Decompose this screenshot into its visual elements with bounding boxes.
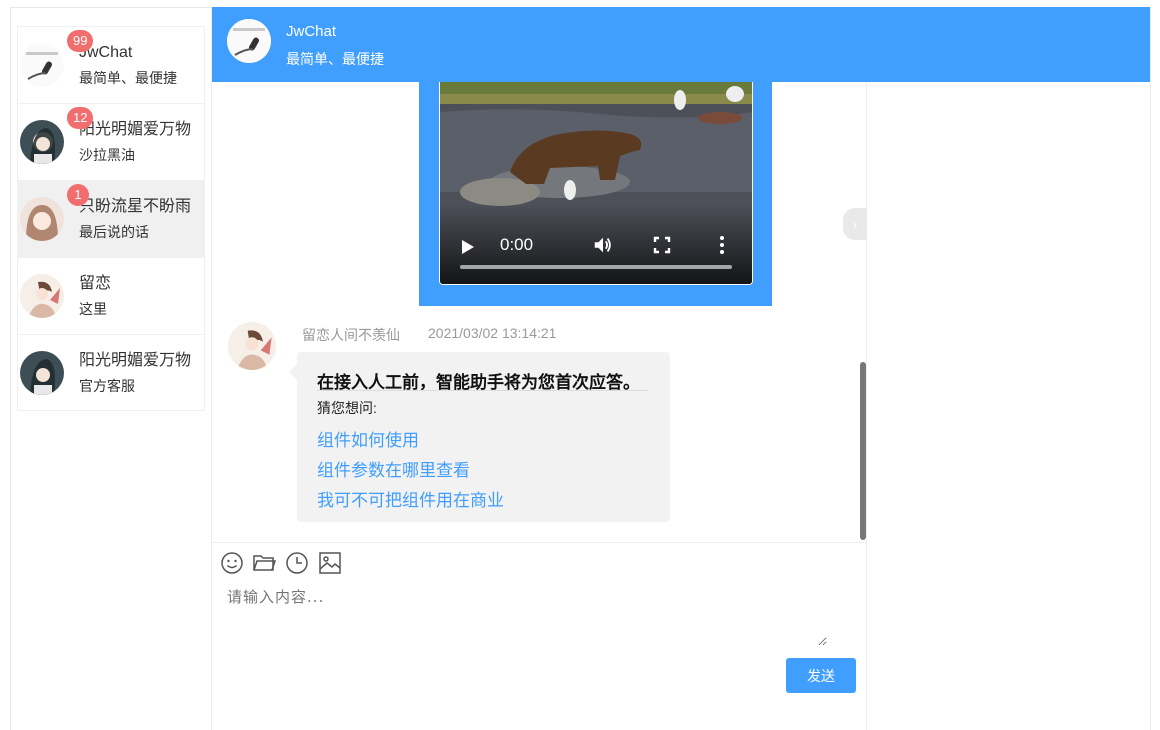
header-title: JwChat <box>286 23 337 40</box>
message-list: 0:00 留恋人间不羡仙 2021/03/02 13:14:21 在接入人工前，… <box>212 82 866 542</box>
contact-last-message: 沙拉黑油 <box>79 147 135 163</box>
contact-last-message: 这里 <box>79 301 107 317</box>
unread-badge: 1 <box>67 184 89 206</box>
contact-avatar <box>20 350 64 395</box>
message-scrollbar[interactable] <box>860 362 866 540</box>
divider <box>317 390 649 391</box>
sender-name: 留恋人间不羡仙 <box>302 327 400 343</box>
contact-item-meteor[interactable]: 1 只盼流星不盼雨 最后说的话 <box>17 180 205 257</box>
contact-avatar <box>20 120 64 164</box>
history-icon[interactable] <box>285 551 309 575</box>
header-avatar <box>227 19 271 63</box>
volume-icon[interactable] <box>592 234 614 256</box>
assistant-message-bubble: 在接入人工前，智能助手将为您首次应答。 猜您想问: 组件如何使用 组件参数在哪里… <box>289 352 670 522</box>
contact-name: 留恋 <box>79 275 112 292</box>
contact-avatar <box>20 197 64 241</box>
suggested-question-link[interactable]: 组件如何使用 <box>317 426 419 451</box>
fullscreen-icon[interactable] <box>653 236 671 254</box>
header-subtitle: 最简单、最便捷 <box>286 51 384 67</box>
contact-item-service[interactable]: 阳光明媚爱万物 官方客服 <box>17 334 205 411</box>
sender-avatar <box>228 322 276 370</box>
play-icon[interactable] <box>462 240 474 254</box>
contact-name: 阳光明媚爱万物 <box>79 351 192 369</box>
contact-last-message: 官方客服 <box>79 377 135 394</box>
contact-name: 阳光明媚爱万物 <box>79 121 192 138</box>
message-timestamp: 2021/03/02 13:14:21 <box>428 325 557 341</box>
unread-badge: 12 <box>67 107 94 129</box>
video-time: 0:00 <box>500 235 534 254</box>
contact-last-message: 最后说的话 <box>79 224 149 240</box>
suggested-question-link[interactable]: 我可不可把组件用在商业 <box>317 486 504 511</box>
send-button[interactable]: 发送 <box>786 658 856 693</box>
contact-avatar <box>20 43 64 87</box>
right-panel <box>866 82 1150 730</box>
video-progress-bar[interactable] <box>460 265 732 269</box>
contact-name: JwChat <box>79 44 133 61</box>
contact-item-sunshine[interactable]: 12 阳光明媚爱万物 沙拉黑油 <box>17 103 205 180</box>
chat-header: JwChat 最简单、最便捷 <box>212 7 1150 82</box>
contact-item-liulian[interactable]: 留恋 这里 <box>17 257 205 334</box>
message-input[interactable] <box>227 586 827 646</box>
video-player[interactable]: 0:00 <box>439 82 753 285</box>
contact-avatar <box>20 274 64 318</box>
image-icon[interactable] <box>318 551 342 575</box>
contact-name: 只盼流星不盼雨 <box>79 198 192 215</box>
contact-list: 99 JwChat 最简单、最便捷 12 阳光明媚爱万物 沙拉黑油 1 只盼流星… <box>17 26 205 411</box>
suggested-question-link[interactable]: 组件参数在哪里查看 <box>317 456 470 481</box>
emoji-icon[interactable] <box>220 551 244 575</box>
video-message-bubble: 0:00 <box>419 82 772 306</box>
guess-label: 猜您想问: <box>317 400 377 416</box>
unread-badge: 99 <box>67 30 94 52</box>
more-options-icon[interactable] <box>719 235 725 255</box>
folder-icon[interactable] <box>252 551 276 575</box>
input-area: 发送 <box>212 542 866 730</box>
contact-last-message: 最简单、最便捷 <box>79 70 177 86</box>
contact-item-jwchat[interactable]: 99 JwChat 最简单、最便捷 <box>17 26 205 103</box>
video-controls: 0:00 <box>440 204 752 284</box>
